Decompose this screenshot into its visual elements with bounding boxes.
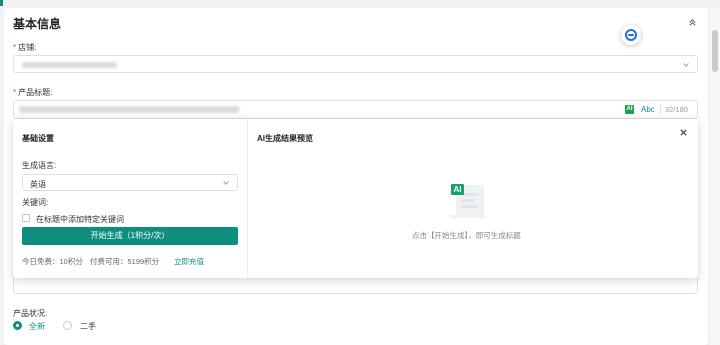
redacted-title-text: [19, 106, 239, 113]
add-keywords-checkbox[interactable]: [22, 214, 30, 222]
product-title-input[interactable]: AI Abc 32/180: [13, 100, 698, 119]
product-title-label: * 产品标题:: [13, 88, 53, 97]
free-credits-text: 今日免费：10积分: [22, 257, 83, 266]
divider: [660, 105, 661, 114]
section-title: 基本信息: [13, 17, 62, 31]
language-label: 生成语言:: [22, 161, 57, 170]
char-count: 32/180: [665, 105, 688, 114]
start-generate-button[interactable]: 开始生成（1积分/次）: [22, 227, 238, 245]
collapse-chevron-up-icon[interactable]: [688, 18, 697, 27]
settings-title: 基础设置: [22, 134, 54, 143]
condition-new-radio[interactable]: [13, 321, 22, 330]
preview-placeholder: 点击【开始生成】，即可生成标题: [412, 231, 521, 240]
paid-credits-text: 付费可用：5199积分: [90, 257, 160, 266]
recharge-link[interactable]: 立即充值: [174, 256, 204, 267]
ai-badge-icon: AI: [451, 184, 464, 195]
ai-generate-icon[interactable]: AI: [625, 105, 634, 114]
ai-generate-popup: 基础设置 生成语言: 英语 关键词: 在标题中添加特定关键词 开始生成（1积分/…: [13, 119, 698, 278]
popup-divider: [247, 119, 248, 278]
condition-used-radio[interactable]: [63, 321, 72, 330]
condition-used-label[interactable]: 二手: [80, 321, 96, 332]
keywords-label: 关键词:: [22, 198, 49, 207]
top-strip: [0, 0, 720, 6]
condition-new-label[interactable]: 全新: [29, 321, 45, 332]
active-tab-indicator: [0, 0, 3, 6]
store-select[interactable]: [13, 55, 698, 73]
language-select[interactable]: 英语: [22, 174, 238, 191]
chevron-down-icon: [683, 63, 689, 67]
text-case-button[interactable]: Abc: [641, 105, 655, 114]
scrollbar-thumb[interactable]: [712, 30, 718, 72]
close-icon[interactable]: [679, 128, 688, 137]
store-label: * 店铺:: [13, 43, 37, 52]
redacted-store-name: [22, 62, 117, 68]
ai-assistant-icon[interactable]: [621, 25, 641, 45]
preview-title: AI生成结果预览: [257, 134, 313, 143]
language-value: 英语: [30, 180, 46, 189]
chevron-down-icon: [223, 181, 229, 185]
condition-label: 产品状况:: [13, 309, 48, 318]
add-keywords-label: 在标题中添加特定关键词: [36, 215, 124, 224]
